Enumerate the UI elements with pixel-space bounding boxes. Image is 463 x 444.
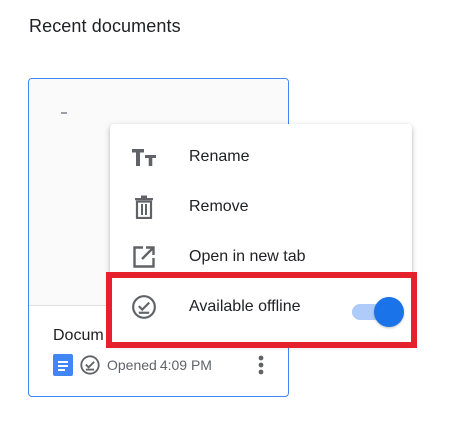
google-docs-icon bbox=[53, 354, 73, 376]
opened-time: 4:09 PM bbox=[159, 357, 212, 373]
thumbnail-text-mark bbox=[61, 112, 67, 114]
opened-label: Opened bbox=[107, 357, 157, 373]
open-in-new-icon bbox=[131, 244, 157, 270]
text-format-icon bbox=[131, 144, 157, 170]
highlight-annotation-box bbox=[106, 272, 417, 348]
section-title: Recent documents bbox=[29, 16, 181, 36]
document-title[interactable]: Docum bbox=[53, 327, 104, 345]
menu-item-label: Remove bbox=[189, 198, 249, 215]
menu-item-label: Rename bbox=[189, 148, 250, 165]
document-meta: Opened 4:09 PM bbox=[53, 354, 212, 376]
trash-icon bbox=[131, 194, 157, 220]
menu-item-remove[interactable]: Remove bbox=[110, 182, 412, 232]
more-options-button[interactable] bbox=[251, 352, 271, 378]
menu-item-label: Open in new tab bbox=[189, 248, 306, 265]
menu-item-rename[interactable]: Rename bbox=[110, 132, 412, 182]
more-vert-icon bbox=[258, 355, 264, 375]
offline-available-icon bbox=[80, 355, 100, 375]
